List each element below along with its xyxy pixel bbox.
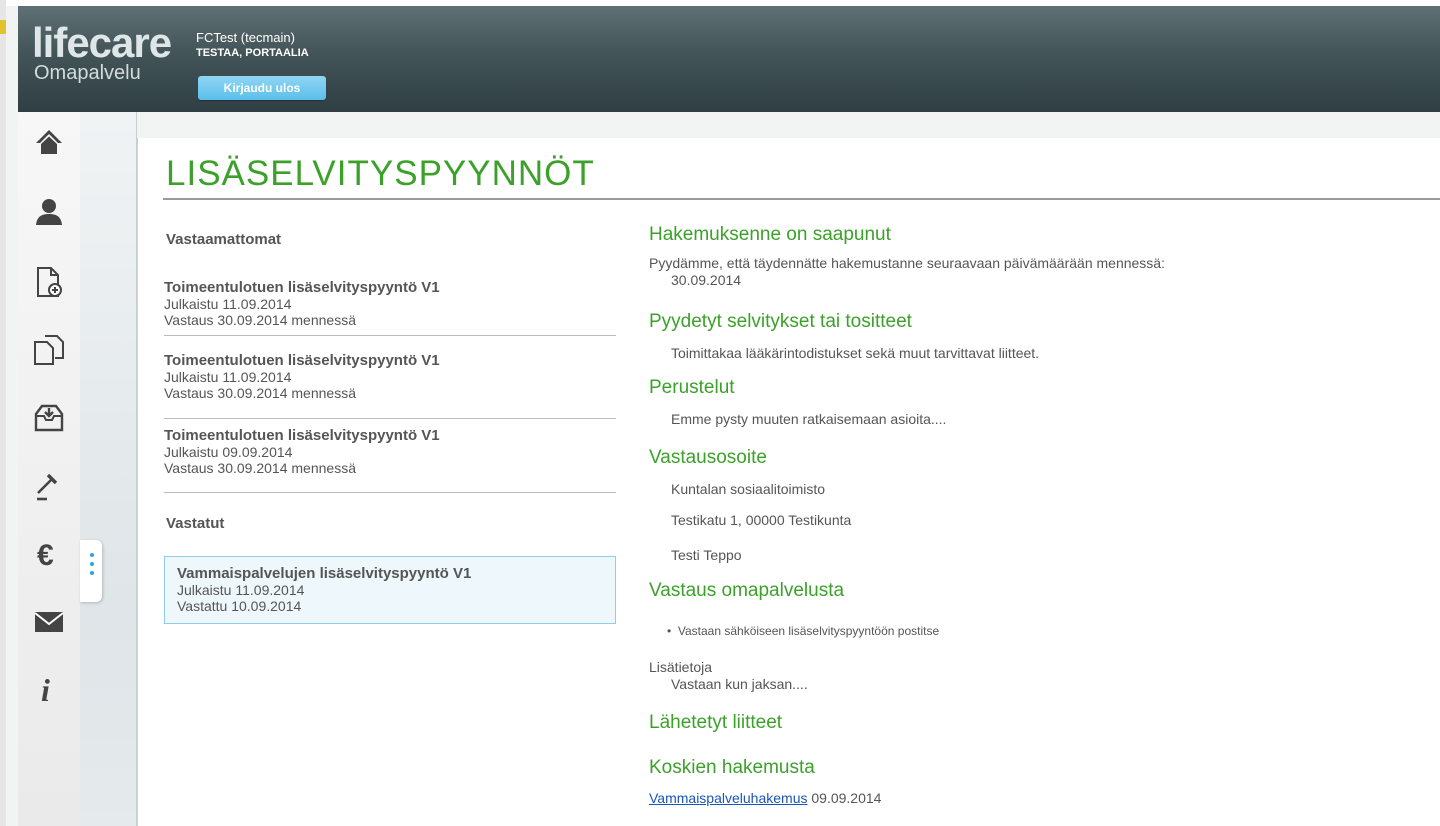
- address-line: Kuntalan sosiaalitoimisto: [671, 481, 826, 497]
- user-account: FCTest (tecmain): [196, 30, 295, 45]
- address-line: Testikatu 1, 00000 Testikunta: [671, 512, 852, 528]
- answered-heading: Vastatut: [166, 515, 225, 532]
- request-title: Toimeentulotuen lisäselvityspyyntö V1: [164, 279, 440, 296]
- unanswered-heading: Vastaamattomat: [166, 231, 282, 248]
- request-title: Vammaispalvelujen lisäselvityspyyntö V1: [177, 565, 472, 582]
- reply-heading: Vastaus omapalvelusta: [649, 580, 845, 601]
- user-icon[interactable]: [18, 192, 80, 232]
- page-title: LISÄSELVITYSPYYNNÖT: [166, 154, 595, 193]
- title-divider: [163, 198, 1440, 200]
- request-published: Julkaistu 11.09.2014: [177, 582, 305, 598]
- request-due: Vastaus 30.09.2014 mennessä: [164, 460, 356, 476]
- home-icon[interactable]: [18, 122, 80, 162]
- svg-text:i: i: [41, 675, 50, 705]
- concerns-line: Vammaispalveluhakemus 09.09.2014: [649, 790, 881, 806]
- panel-toggle-handle[interactable]: [80, 540, 102, 602]
- request-item-selected[interactable]: Vammaispalvelujen lisäselvityspyyntö V1 …: [164, 556, 616, 624]
- concerns-heading: Koskien hakemusta: [649, 757, 815, 778]
- request-due: Vastaus 30.09.2014 mennessä: [164, 312, 356, 328]
- address-heading: Vastausosoite: [649, 447, 767, 468]
- address-line: Testi Teppo: [671, 547, 742, 563]
- logo[interactable]: lifecare: [32, 22, 172, 64]
- grounds-heading: Perustelut: [649, 377, 735, 398]
- request-due: Vastaus 30.09.2014 mennessä: [164, 385, 356, 401]
- deadline-date: 30.09.2014: [671, 272, 742, 288]
- main-content: LISÄSELVITYSPYYNNÖT Vastaamattomat Toime…: [137, 138, 1440, 826]
- request-published: Julkaistu 09.09.2014: [164, 444, 293, 460]
- requested-heading: Pyydetyt selvitykset tai tositteet: [649, 311, 912, 332]
- grounds-text: Emme pysty muuten ratkaisemaan asioita..…: [671, 411, 947, 427]
- request-published: Julkaistu 11.09.2014: [164, 296, 292, 312]
- request-published: Julkaistu 11.09.2014: [164, 369, 292, 385]
- request-answered: Vastattu 10.09.2014: [177, 598, 302, 614]
- application-link[interactable]: Vammaispalveluhakemus: [649, 790, 807, 806]
- gavel-icon[interactable]: [18, 466, 80, 506]
- logo-subtitle: Omapalvelu: [34, 62, 141, 84]
- reply-option: Vastaan sähköiseen lisäselvityspyyntöön …: [677, 624, 940, 638]
- received-heading: Hakemuksenne on saapunut: [649, 224, 891, 245]
- panel-separator: [80, 112, 137, 826]
- window-left-edge: [0, 0, 6, 826]
- mail-icon[interactable]: [18, 602, 80, 642]
- window-corner-mark: [0, 20, 6, 34]
- app-header: lifecare Omapalvelu FCTest (tecmain) TES…: [18, 6, 1440, 112]
- info-icon[interactable]: i: [18, 670, 80, 710]
- documents-icon[interactable]: [18, 330, 80, 370]
- euro-icon[interactable]: €: [18, 534, 80, 574]
- bullet-icon: •: [667, 624, 678, 638]
- user-name: TESTAA, PORTAALIA: [196, 47, 309, 59]
- attachments-heading: Lähetetyt liitteet: [649, 712, 783, 733]
- sidebar-nav: € i: [18, 112, 80, 826]
- inbox-icon[interactable]: [18, 398, 80, 438]
- logout-button[interactable]: Kirjaudu ulos: [198, 76, 326, 100]
- new-document-icon[interactable]: [18, 262, 80, 302]
- request-title: Toimeentulotuen lisäselvityspyyntö V1: [164, 427, 440, 444]
- request-item[interactable]: Toimeentulotuen lisäselvityspyyntö V1 Ju…: [164, 428, 616, 493]
- request-item[interactable]: Toimeentulotuen lisäselvityspyyntö V1 Ju…: [164, 353, 616, 419]
- received-text: Pyydämme, että täydennätte hakemustanne …: [649, 255, 1165, 271]
- reply-bullet: • Vastaan sähköiseen lisäselvityspyyntöö…: [667, 624, 939, 638]
- application-date: 09.09.2014: [811, 790, 882, 806]
- request-title: Toimeentulotuen lisäselvityspyyntö V1: [164, 352, 440, 369]
- requested-text: Toimittakaa lääkärintodistukset sekä muu…: [671, 345, 1040, 361]
- svg-text:€: €: [37, 539, 54, 569]
- more-info-label: Lisätietoja: [649, 659, 713, 675]
- more-info-text: Vastaan kun jaksan....: [671, 676, 808, 692]
- request-item[interactable]: Toimeentulotuen lisäselvityspyyntö V1 Ju…: [164, 280, 616, 336]
